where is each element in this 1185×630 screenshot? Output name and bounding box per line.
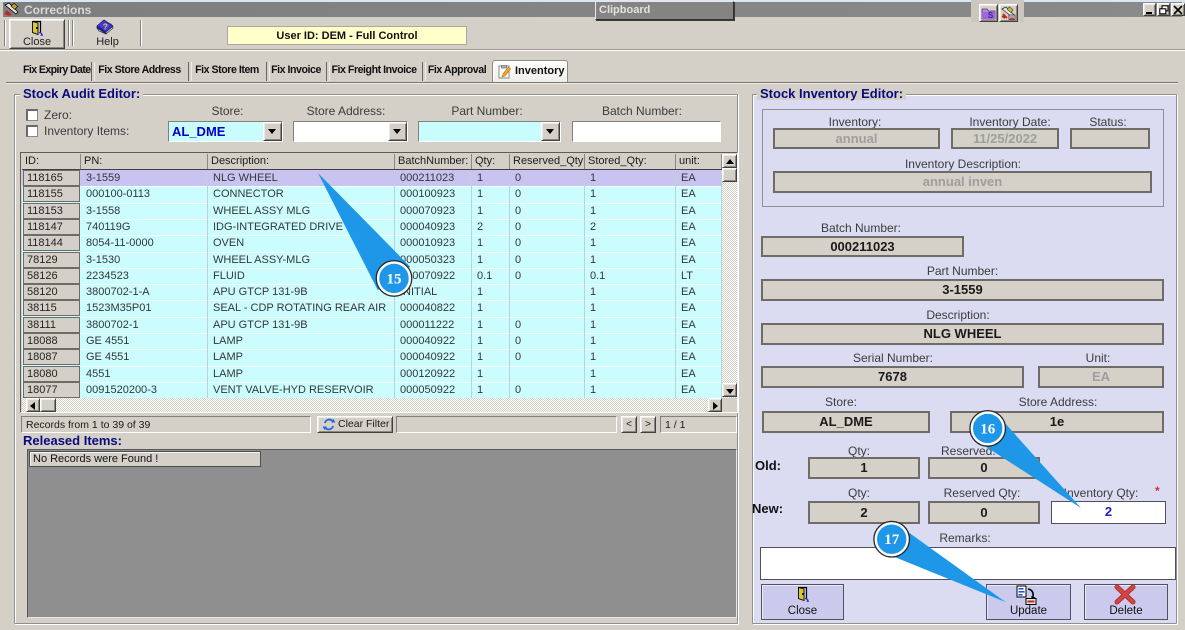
svg-text:15: 15 xyxy=(387,271,402,287)
svg-text:16: 16 xyxy=(980,421,996,437)
svg-text:17: 17 xyxy=(884,532,900,548)
